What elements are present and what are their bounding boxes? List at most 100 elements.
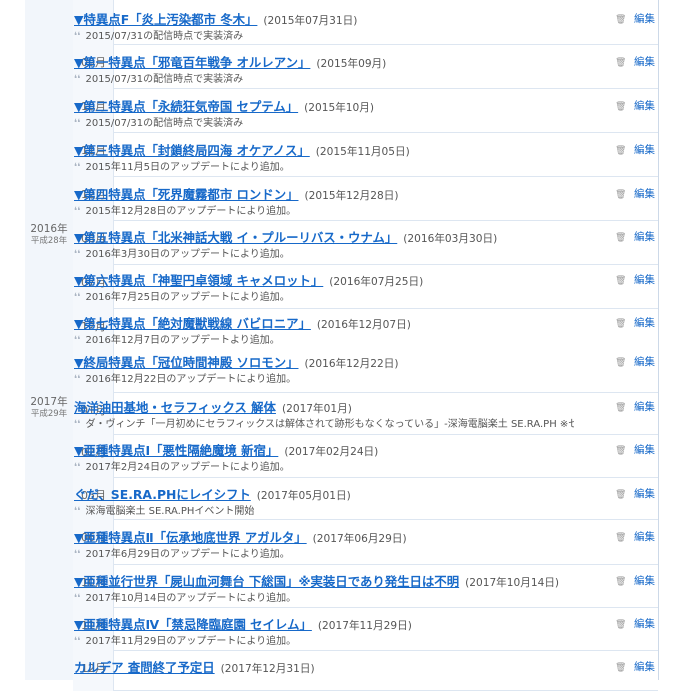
trash-icon[interactable]: 🗑: [615, 316, 626, 332]
timeline-entry: ▼終局特異点「冠位時間神殿 ソロモン」 (2016年12月22日) ❛❛ 2016年1…: [74, 352, 614, 388]
edit-link[interactable]: 編集: [634, 317, 655, 329]
trash-icon[interactable]: 🗑: [615, 400, 626, 416]
edit-link[interactable]: 編集: [634, 56, 655, 68]
entry-title-link[interactable]: カルデア 査問終了予定日: [74, 660, 215, 675]
edit-link[interactable]: 編集: [634, 488, 655, 500]
entry-note: ❛❛ 2015年11月5日のアップデートにより追加。: [74, 160, 574, 176]
timeline-entry: ▼第一特異点「邪竜百年戦争 オルレアン」 (2015年09月) ❛❛ 2015/07/…: [74, 52, 614, 88]
edit-control: 🗑 編集: [615, 354, 675, 370]
entry-note: ❛❛ 2016年12月22日のアップデートにより追加。: [74, 372, 574, 388]
entry-title-line: ▼第一特異点「邪竜百年戦争 オルレアン」 (2015年09月): [74, 52, 614, 72]
entry-title-link[interactable]: ▼亜種特異点Ⅰ「悪性隔絶魔境 新宿」: [74, 443, 278, 458]
entry-title-link[interactable]: ▼第三特異点「封鎖終局四海 オケアノス」: [74, 143, 310, 158]
entry-title-line: ▼亜種特異点Ⅱ「伝承地底世界 アガルタ」 (2017年06月29日): [74, 527, 614, 547]
timeline-entry: ▼第三特異点「封鎖終局四海 オケアノス」 (2015年11月05日) ❛❛ 2015年…: [74, 140, 614, 176]
quote-icon: ❛❛: [74, 462, 81, 473]
quote-icon: ❛❛: [74, 206, 81, 217]
trash-icon[interactable]: 🗑: [615, 355, 626, 371]
entry-note: ❛❛ 2015/07/31の配信時点で実装済み: [74, 72, 574, 88]
edit-link[interactable]: 編集: [634, 100, 655, 112]
trash-icon[interactable]: 🗑: [615, 143, 626, 159]
entry-title-line: ▼第二特異点「永続狂気帝国 セプテム」 (2015年10月): [74, 96, 614, 116]
edit-link[interactable]: 編集: [634, 661, 655, 673]
entry-date: (2015年07月31日): [263, 15, 358, 27]
entry-note-text: 2017年10月14日のアップデートにより追加。: [85, 593, 297, 604]
timeline-entry: ▼亜種特異点Ⅱ「伝承地底世界 アガルタ」 (2017年06月29日) ❛❛ 2017年…: [74, 527, 614, 563]
trash-icon[interactable]: 🗑: [615, 443, 626, 459]
entry-note-text: 2015年12月28日のアップデートにより追加。: [85, 206, 297, 217]
entry-note: ❛❛ 2016年12月7日のアップデートより追加。: [74, 333, 574, 349]
entry-title-line: ▼特異点F「炎上汚染都市 冬木」 (2015年07月31日): [74, 9, 614, 29]
entry-title-link[interactable]: ▼第五特異点「北米神話大戦 イ・プルーリバス・ウナム」: [74, 230, 397, 245]
trash-icon[interactable]: 🗑: [615, 187, 626, 203]
trash-icon[interactable]: 🗑: [615, 660, 626, 676]
entry-title-line: ▼亜種特異点Ⅰ「悪性隔絶魔境 新宿」 (2017年02月24日): [74, 440, 614, 460]
edit-link[interactable]: 編集: [634, 356, 655, 368]
edit-link[interactable]: 編集: [634, 575, 655, 587]
entry-title-link[interactable]: 海洋油田基地・セラフィックス 解体: [74, 400, 276, 415]
trash-icon[interactable]: 🗑: [615, 12, 626, 28]
edit-control: 🗑 編集: [615, 616, 675, 632]
timeline-entry: ▼亜種特異点Ⅳ「禁忌降臨庭園 セイレム」 (2017年11月29日) ❛❛ 2017年…: [74, 614, 614, 650]
entry-note: ❛❛ 2015年12月28日のアップデートにより追加。: [74, 204, 574, 220]
quote-icon: ❛❛: [74, 31, 81, 42]
timeline-entry: ▼第五特異点「北米神話大戦 イ・プルーリバス・ウナム」 (2016年03月30日)…: [74, 227, 614, 263]
edit-link[interactable]: 編集: [634, 401, 655, 413]
trash-icon[interactable]: 🗑: [615, 487, 626, 503]
entry-note: ❛❛ 2017年6月29日のアップデートにより追加。: [74, 547, 574, 563]
entry-date: (2017年10月14日): [465, 577, 560, 589]
entry-note: ❛❛ 2017年2月24日のアップデートにより追加。: [74, 460, 574, 476]
entry-title-link[interactable]: ▼第一特異点「邪竜百年戦争 オルレアン」: [74, 55, 310, 70]
entry-title-link[interactable]: ▼亜種特異点Ⅳ「禁忌降臨庭園 セイレム」: [74, 617, 312, 632]
entry-title-line: ▼第五特異点「北米神話大戦 イ・プルーリバス・ウナム」 (2016年03月30日): [74, 227, 614, 247]
quote-icon: ❛❛: [74, 593, 81, 604]
entry-note-text: 深海電脳楽土 SE.RA.PHイベント開始: [85, 506, 255, 517]
edit-link[interactable]: 編集: [634, 444, 655, 456]
trash-icon[interactable]: 🗑: [615, 55, 626, 71]
edit-link[interactable]: 編集: [634, 13, 655, 25]
edit-control: 🗑 編集: [615, 315, 675, 331]
entry-title-link[interactable]: ぐだ、SE.RA.PHにレイシフト: [74, 487, 251, 502]
trash-icon[interactable]: 🗑: [615, 273, 626, 289]
entry-title-line: ▼第七特異点「絶対魔獣戦線 バビロニア」 (2016年12月07日): [74, 313, 614, 333]
year-text: 2016年: [30, 223, 68, 235]
entry-note-text: 2017年6月29日のアップデートにより追加。: [85, 549, 290, 560]
entry-title-link[interactable]: ▼第六特異点「神聖円卓領域 キャメロット」: [74, 273, 323, 288]
quote-icon: ❛❛: [74, 506, 81, 517]
entry-title-link[interactable]: ▼第七特異点「絶対魔獣戦線 バビロニア」: [74, 316, 311, 331]
entry-date: (2016年12月22日): [304, 358, 399, 370]
trash-icon[interactable]: 🗑: [615, 574, 626, 590]
entry-title-line: ぐだ、SE.RA.PHにレイシフト (2017年05月01日): [74, 484, 614, 504]
entry-title-line: ▼第四特異点「死界魔霧都市 ロンドン」 (2015年12月28日): [74, 184, 614, 204]
timeline-entry: ▼亜種並行世界「屍山血河舞台 下総国」※実装日であり発生日は不明 (2017年10…: [74, 571, 614, 607]
trash-icon[interactable]: 🗑: [615, 230, 626, 246]
entry-date: (2017年12月31日): [220, 663, 315, 675]
entry-title-link[interactable]: ▼亜種特異点Ⅱ「伝承地底世界 アガルタ」: [74, 530, 307, 545]
entry-title-link[interactable]: ▼特異点F「炎上汚染都市 冬木」: [74, 12, 257, 27]
trash-icon[interactable]: 🗑: [615, 530, 626, 546]
edit-link[interactable]: 編集: [634, 231, 655, 243]
quote-icon: ❛❛: [74, 292, 81, 303]
entry-date: (2015年12月28日): [304, 190, 399, 202]
entry-title-line: ▼亜種並行世界「屍山血河舞台 下総国」※実装日であり発生日は不明 (2017年10…: [74, 571, 614, 591]
edit-link[interactable]: 編集: [634, 618, 655, 630]
entry-title-link[interactable]: ▼第四特異点「死界魔霧都市 ロンドン」: [74, 187, 298, 202]
trash-icon[interactable]: 🗑: [615, 617, 626, 633]
edit-link[interactable]: 編集: [634, 144, 655, 156]
entry-note-text: 2016年7月25日のアップデートにより追加。: [85, 292, 290, 303]
edit-link[interactable]: 編集: [634, 274, 655, 286]
entry-date: (2016年07月25日): [329, 276, 424, 288]
entry-note-text: 2017年11月29日のアップデートにより追加。: [85, 636, 297, 647]
timeline-entry: ▼亜種特異点Ⅰ「悪性隔絶魔境 新宿」 (2017年02月24日) ❛❛ 2017年2月…: [74, 440, 614, 476]
entry-title-line: ▼終局特異点「冠位時間神殿 ソロモン」 (2016年12月22日): [74, 352, 614, 372]
entry-title-link[interactable]: ▼第二特異点「永続狂気帝国 セプテム」: [74, 99, 298, 114]
entry-note-text: 2015/07/31の配信時点で実装済み: [85, 118, 244, 129]
entry-title-link[interactable]: ▼終局特異点「冠位時間神殿 ソロモン」: [74, 355, 298, 370]
entry-title-link[interactable]: ▼亜種並行世界「屍山血河舞台 下総国」※実装日であり発生日は不明: [74, 574, 459, 589]
edit-link[interactable]: 編集: [634, 531, 655, 543]
trash-icon[interactable]: 🗑: [615, 99, 626, 115]
edit-link[interactable]: 編集: [634, 188, 655, 200]
entry-note-text: 2016年3月30日のアップデートにより追加。: [85, 249, 290, 260]
timeline-entry: カルデア 査問終了予定日 (2017年12月31日): [74, 657, 614, 677]
entry-note: ❛❛ ダ・ヴィンチ「一月初めにセラフィックスは解体されて跡形もなくなっている」-深…: [74, 417, 574, 433]
